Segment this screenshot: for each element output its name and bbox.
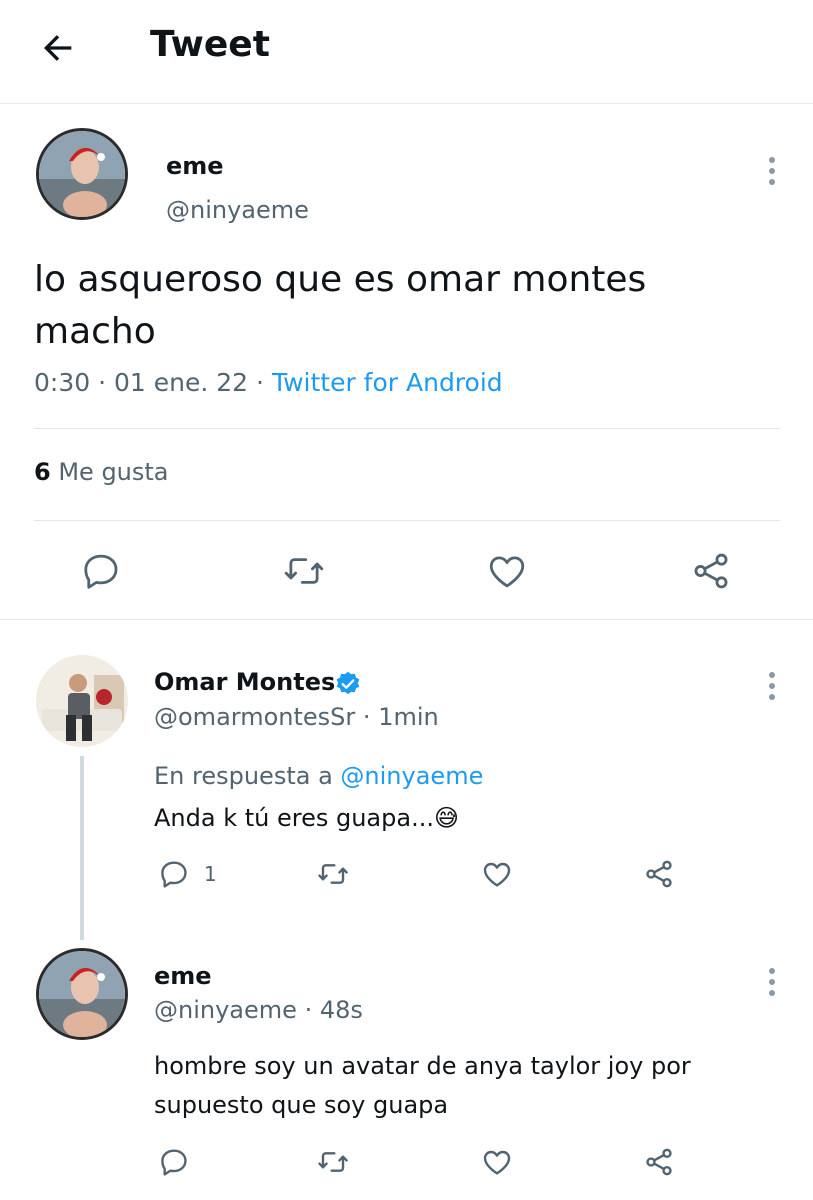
author-handle[interactable]: @ninyaeme (154, 996, 297, 1024)
like-button[interactable] (480, 1146, 514, 1178)
reply-count: 1 (204, 862, 217, 886)
avatar[interactable] (36, 948, 128, 1040)
author-name[interactable]: eme (166, 152, 224, 180)
likes-count: 6 (34, 458, 51, 486)
author-handle[interactable]: @ninyaeme (166, 196, 309, 224)
divider (34, 520, 780, 521)
like-icon (483, 1150, 511, 1175)
divider (0, 619, 813, 620)
share-icon (646, 1148, 672, 1176)
sweat-smile-emoji: 😅 (433, 804, 459, 832)
tweet-source-link[interactable]: Twitter for Android (272, 368, 503, 397)
tweet-time[interactable]: 1min (378, 703, 439, 731)
like-icon (489, 556, 525, 588)
author-handle[interactable]: @omarmontesSr (154, 703, 355, 731)
share-button[interactable] (642, 1146, 676, 1178)
tweet-text: lo asqueroso que es omar montes macho (34, 259, 647, 352)
author-name[interactable]: eme (154, 962, 212, 990)
like-icon (483, 862, 511, 887)
share-icon (646, 860, 672, 888)
tweet-text: Anda k tú eres guapa...😅 (154, 799, 459, 837)
reply-prefix: En respuesta a (154, 762, 333, 790)
reply-icon (161, 1149, 187, 1176)
more-options-button[interactable] (752, 151, 792, 191)
more-options-button[interactable] (752, 666, 792, 706)
share-button[interactable] (690, 550, 732, 592)
arrow-left-icon (44, 35, 72, 61)
reply-icon (161, 861, 187, 888)
reply-button[interactable] (158, 1146, 190, 1178)
separator: · (256, 368, 264, 397)
verified-badge-icon (336, 671, 360, 695)
tweet-metadata: 0:30 · 01 ene. 22 · Twitter for Android (34, 368, 503, 397)
retweet-button[interactable] (316, 1146, 350, 1178)
likes-stat[interactable]: 6 Me gusta (34, 458, 169, 486)
reply-text: Anda k tú eres guapa... (154, 804, 434, 832)
reply-button[interactable]: 1 (158, 858, 217, 890)
retweet-icon (318, 1152, 348, 1172)
tweet-time[interactable]: 48s (320, 996, 363, 1024)
more-vertical-icon (769, 672, 775, 700)
top-bar: Tweet (0, 0, 813, 104)
back-button[interactable] (30, 20, 86, 76)
likes-label: Me gusta (58, 458, 169, 486)
more-vertical-icon (769, 157, 775, 185)
avatar[interactable] (36, 655, 128, 747)
tweet-text-line: supuesto que soy guapa (154, 1091, 449, 1119)
divider (34, 428, 780, 429)
tweet-time: 0:30 (34, 368, 91, 397)
reply-icon (84, 554, 118, 589)
mention-link[interactable]: @ninyaeme (340, 762, 483, 790)
share-icon (694, 553, 728, 589)
retweet-icon (318, 864, 348, 884)
separator: · (304, 996, 313, 1024)
reply-context: En respuesta a @ninyaeme (154, 762, 483, 790)
page-title: Tweet (150, 24, 270, 65)
thread-connector (80, 756, 84, 940)
like-button[interactable] (480, 858, 514, 890)
retweet-button[interactable] (316, 858, 350, 890)
share-button[interactable] (642, 858, 676, 890)
author-name[interactable]: Omar Montes (154, 668, 335, 696)
tweet-text-line: hombre soy un avatar de anya taylor joy … (154, 1052, 691, 1080)
separator: · (362, 703, 371, 731)
tweet-date: 01 ene. 22 (114, 368, 249, 397)
retweet-icon (284, 558, 324, 584)
retweet-button[interactable] (282, 550, 326, 592)
reply-button[interactable] (80, 550, 122, 592)
more-options-button[interactable] (752, 962, 792, 1002)
author-handle-and-time: @ninyaeme · 48s (154, 996, 363, 1024)
separator: · (98, 368, 107, 397)
like-button[interactable] (486, 550, 528, 592)
author-handle-and-time: @omarmontesSr · 1min (154, 703, 439, 731)
avatar[interactable] (36, 128, 128, 220)
more-vertical-icon (769, 968, 775, 996)
